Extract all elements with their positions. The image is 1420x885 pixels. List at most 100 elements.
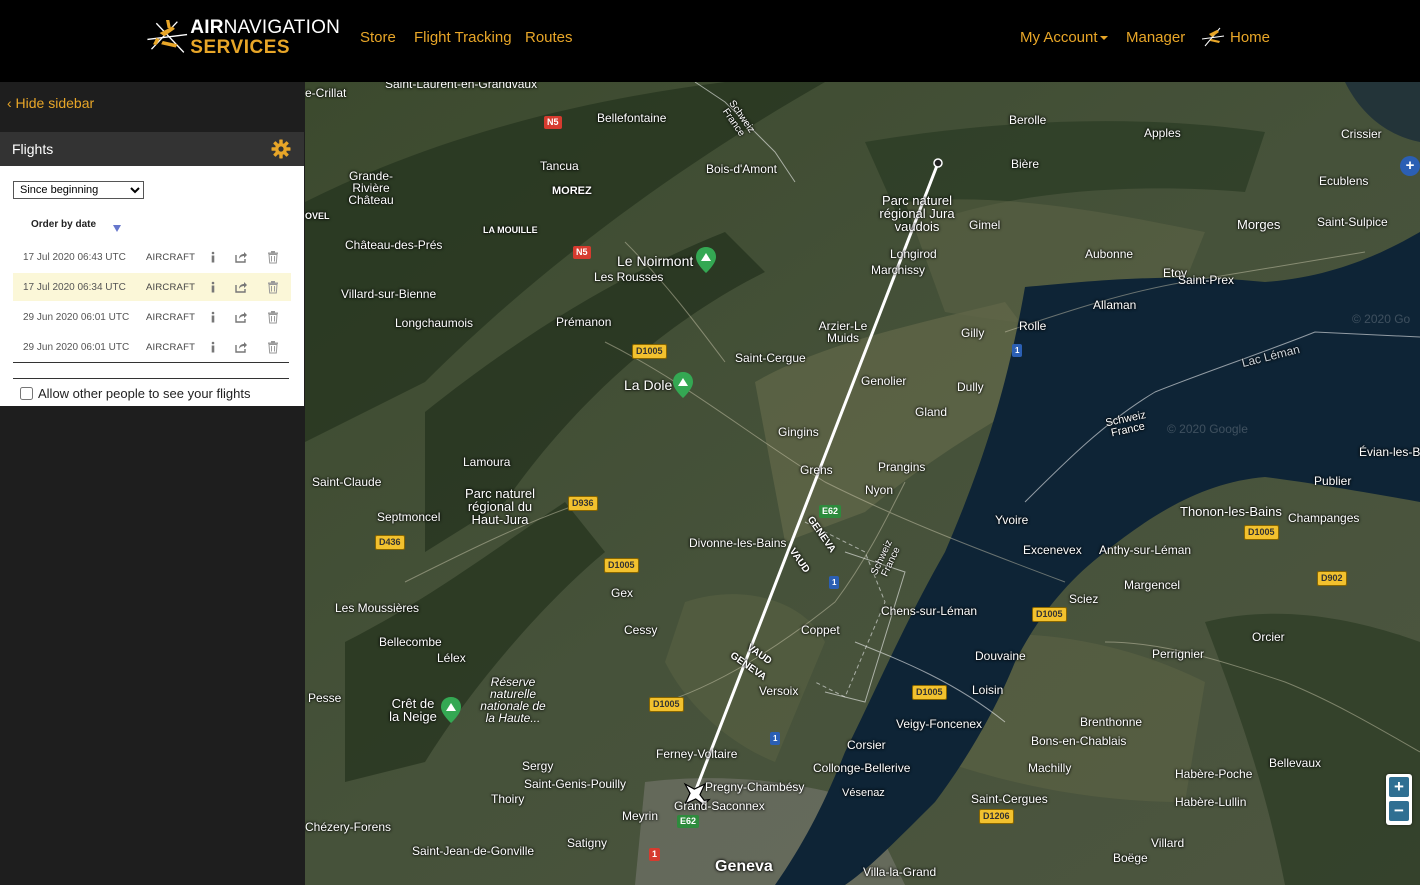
map-place-label: Veigy-Foncenex	[896, 717, 983, 731]
mountain-pin-icon[interactable]	[695, 246, 717, 274]
info-icon[interactable]	[206, 280, 220, 294]
map-place-label: Boëge	[1113, 851, 1148, 865]
share-icon[interactable]	[234, 250, 248, 264]
zoom-out-button[interactable]: −	[1389, 801, 1409, 821]
info-icon[interactable]	[206, 340, 220, 354]
map-view[interactable]: e-Crillat Saint-Laurent-en-Grandvaux Bel…	[305, 82, 1420, 885]
allow-share-row[interactable]: Allow other people to see your flights	[19, 386, 250, 401]
mountain-pin-icon[interactable]	[672, 371, 694, 399]
trash-icon[interactable]	[266, 310, 280, 324]
hospital-marker-icon[interactable]: +	[1400, 156, 1420, 176]
map-place-label: Réserve naturelle nationale de la Haute.…	[480, 675, 546, 725]
trash-icon[interactable]	[266, 280, 280, 294]
nav-store[interactable]: Store	[360, 29, 396, 46]
map-place-label: Ferney-Voltaire	[656, 747, 738, 761]
info-icon[interactable]	[206, 310, 220, 324]
map-place-label: Grens	[800, 463, 833, 477]
map-place-label: e-Crillat	[305, 86, 347, 100]
home-aircraft-icon[interactable]	[1200, 24, 1226, 50]
map-place-label: Corsier	[847, 738, 886, 752]
map-place-label: Château-des-Prés	[345, 238, 443, 252]
flight-row[interactable]: 29 Jun 2020 06:01 UTC AIRCRAFT	[13, 303, 291, 331]
map-place-label: Allaman	[1093, 298, 1137, 312]
flight-row[interactable]: 17 Jul 2020 06:34 UTC AIRCRAFT	[13, 273, 291, 301]
map-place-label: Bellecombe	[379, 635, 442, 649]
sort-desc-icon[interactable]	[113, 225, 121, 232]
map-place-label: Pesse	[308, 691, 342, 705]
trash-icon[interactable]	[266, 250, 280, 264]
nav-flight-tracking[interactable]: Flight Tracking	[414, 29, 512, 46]
zoom-in-button[interactable]: +	[1389, 777, 1409, 797]
allow-share-label: Allow other people to see your flights	[38, 386, 251, 401]
nav-my-account[interactable]: My Account	[1020, 29, 1108, 46]
map-place-label: Tancua	[540, 159, 579, 173]
brand-name-line2: SERVICES	[190, 36, 291, 58]
road-shield: D436	[375, 535, 405, 550]
map-watermark: © 2020 Go	[1352, 312, 1411, 326]
date-range-select[interactable]: Since beginning	[13, 181, 144, 199]
info-icon[interactable]	[206, 250, 220, 264]
map-place-label: Aubonne	[1085, 247, 1134, 261]
flights-panel-header: Flights	[0, 132, 304, 166]
map-place-label: Arzier-Le Muids	[818, 319, 868, 345]
map-place-label: Pregny-Chambésy	[705, 780, 805, 794]
road-shield: D1005	[604, 558, 639, 573]
road-shield: D1005	[632, 344, 667, 359]
trash-icon[interactable]	[266, 340, 280, 354]
map-place-label: Margencel	[1124, 578, 1181, 592]
chevron-down-icon	[1099, 36, 1108, 41]
nav-manager[interactable]: Manager	[1126, 29, 1185, 46]
map-place-label: Chézery-Forens	[305, 820, 392, 834]
flight-type: AIRCRAFT	[146, 252, 196, 263]
map-place-label: Saint-Prex	[1178, 273, 1235, 287]
road-shield: N5	[573, 246, 591, 259]
map-place-label: OVEL	[305, 211, 330, 221]
map-place-label: Bois-d'Amont	[706, 162, 777, 176]
nav-routes[interactable]: Routes	[525, 29, 573, 46]
share-icon[interactable]	[234, 280, 248, 294]
brand-name-light: NAVIGATION	[223, 16, 340, 38]
map-place-label: Longirod	[890, 247, 937, 261]
order-by-label[interactable]: Order by date	[31, 219, 96, 230]
road-shield: E62	[677, 815, 700, 828]
map-place-label: Versoix	[759, 684, 799, 698]
map-place-label: Bons-en-Chablais	[1031, 734, 1127, 748]
flight-row[interactable]: 17 Jul 2020 06:43 UTC AIRCRAFT	[13, 243, 291, 271]
map-place-label: Orcier	[1252, 630, 1285, 644]
road-shield: E62	[819, 505, 842, 518]
map-place-label: Loisin	[972, 683, 1004, 697]
mountain-pin-icon[interactable]	[440, 696, 462, 724]
map-place-label: Les Moussières	[335, 601, 420, 615]
map-place-label: Septmoncel	[377, 510, 441, 524]
map-place-label: Prémanon	[556, 315, 612, 329]
map-place-label: Lélex	[437, 651, 466, 665]
map-place-label: Grande-Rivière Château	[348, 169, 394, 207]
zoom-control: + −	[1386, 774, 1412, 825]
map-place-label: Longchaumois	[395, 316, 474, 330]
map-place-label: Prangins	[878, 460, 926, 474]
map-place-label: Thoiry	[491, 792, 525, 806]
share-icon[interactable]	[234, 310, 248, 324]
map-place-label: Parc naturel régional du Haut-Jura	[464, 486, 536, 527]
flight-type: AIRCRAFT	[146, 282, 196, 293]
map-place-label: Saint-Genis-Pouilly	[524, 777, 627, 791]
flights-panel-body: Since beginning Order by date 17 Jul 202…	[0, 166, 304, 406]
hide-sidebar-link[interactable]: ‹ Hide sidebar	[7, 95, 94, 111]
map-place-label: Cessy	[624, 623, 658, 637]
map-place-label: La Dole	[624, 377, 673, 393]
map-place-label: Crissier	[1341, 127, 1382, 141]
aircraft-logo-icon	[147, 20, 188, 53]
brand-name-bold: AIR	[190, 16, 224, 38]
share-icon[interactable]	[234, 340, 248, 354]
map-place-label: Geneva	[715, 858, 773, 875]
map-place-label: Champanges	[1288, 511, 1360, 525]
brand-logo[interactable]: AIRNAVIGATION SERVICES	[145, 12, 340, 62]
map-place-label: Saint-Sulpice	[1317, 215, 1388, 229]
nav-home[interactable]: Home	[1230, 29, 1270, 46]
gear-icon[interactable]	[271, 139, 291, 159]
allow-share-checkbox[interactable]	[20, 387, 33, 400]
flight-row[interactable]: 29 Jun 2020 06:01 UTC AIRCRAFT	[13, 333, 291, 361]
map-place-label: Crêt de la Neige	[389, 696, 437, 724]
map-place-label: Gland	[915, 405, 948, 419]
map-place-label: Évian-les-Ba	[1359, 445, 1420, 459]
